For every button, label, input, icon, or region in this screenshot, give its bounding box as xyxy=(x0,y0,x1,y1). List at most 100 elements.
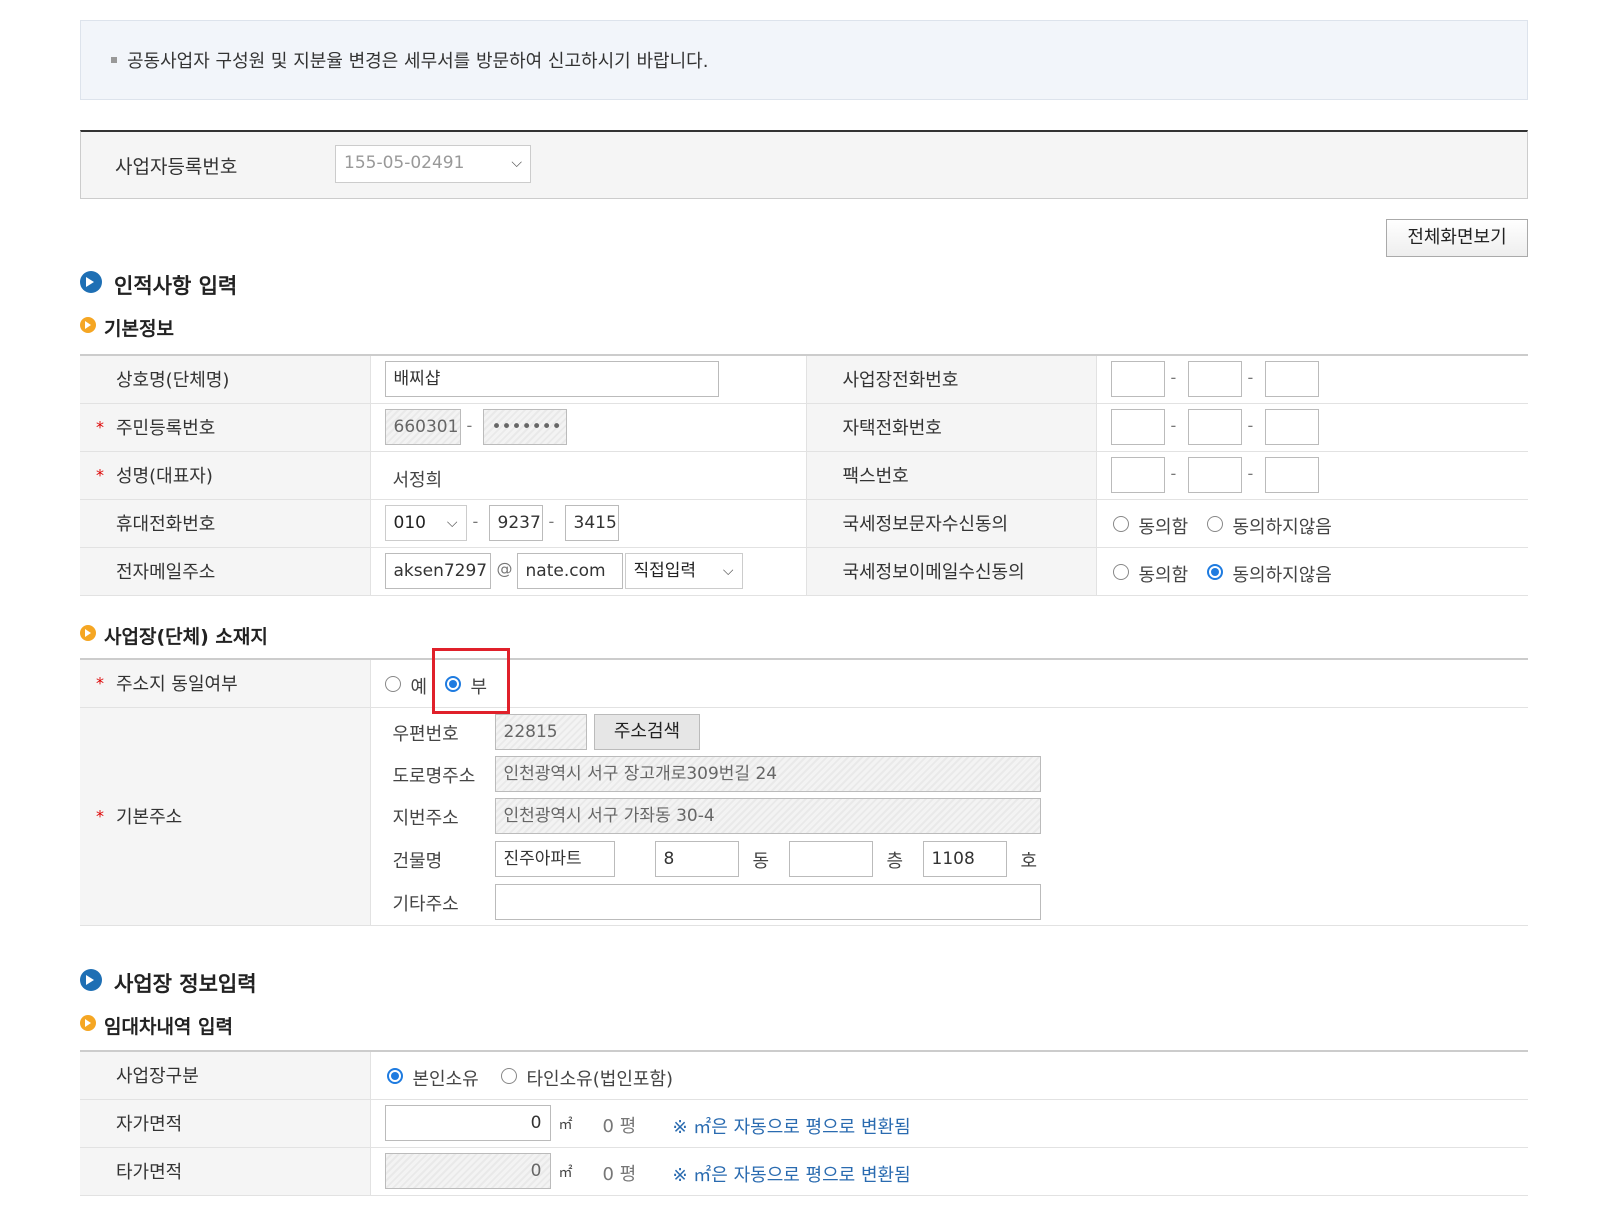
email-domain-select[interactable]: 직접입력 ⌵ xyxy=(624,552,743,589)
home-phone-1-input[interactable] xyxy=(1110,408,1165,445)
mobile-prefix-select[interactable]: 010 ⌵ xyxy=(384,504,467,541)
arrow-circle-icon xyxy=(80,271,102,293)
notice-box: 공동사업자 구성원 및 지분율 변경은 세무서를 방문하여 신고하시기 바랍니다… xyxy=(80,20,1528,100)
arrow-circle-icon xyxy=(80,625,96,641)
registration-select[interactable]: 155-05-02491 ⌵ xyxy=(335,145,531,183)
fax-3-input[interactable] xyxy=(1264,456,1319,493)
sms-consent-header: 국세정보문자수신동의 xyxy=(805,499,1096,548)
chevron-down-icon: ⌵ xyxy=(511,155,522,171)
same-address-yes-radio[interactable] xyxy=(384,676,401,692)
arrow-circle-icon xyxy=(80,1015,96,1031)
section-title-business: 사업장 정보입력 xyxy=(80,968,257,998)
ho-unit: 호 xyxy=(1020,850,1038,872)
own-area-input[interactable]: 0 xyxy=(384,1104,551,1141)
business-table: 사업장구분 본인소유 타인소유(법인포함) 자가면적 0 ㎡ 0 평 ※ ㎡은 … xyxy=(80,1050,1528,1196)
section-title-personal: 인적사항 입력 xyxy=(80,270,238,300)
resident-no-header: * 주민등록번호 xyxy=(80,403,370,452)
basic-address-header: * 기본주소 xyxy=(80,707,370,926)
road-address-input[interactable]: 인천광역시 서구 장고개로309번길 24 xyxy=(494,755,1041,792)
etc-address-label: 기타주소 xyxy=(392,893,459,915)
other-area-input[interactable]: 0 xyxy=(384,1152,551,1189)
email-agree-label: 동의함 xyxy=(1138,564,1189,586)
required-icon: * xyxy=(96,673,104,693)
other-area-header: 타가면적 xyxy=(80,1147,370,1196)
fullscreen-button[interactable]: 전체화면보기 xyxy=(1386,219,1528,257)
zip-label: 우편번호 xyxy=(392,723,459,745)
mobile-header: 휴대전화번호 xyxy=(80,499,370,548)
lot-address-input[interactable]: 인천광역시 서구 가좌동 30-4 xyxy=(494,797,1041,834)
building-input[interactable]: 진주아파트 xyxy=(494,840,615,877)
subtitle-lease: 임대차내역 입력 xyxy=(80,1012,233,1039)
fax-1-input[interactable] xyxy=(1110,456,1165,493)
mobile-last-input[interactable]: 3415 xyxy=(564,504,619,541)
personal-info-table: 상호명(단체명) 배찌샵 사업장전화번호 - - * 주민등록번호 660301 … xyxy=(80,354,1528,596)
other-property-radio[interactable] xyxy=(500,1068,517,1084)
name-header: * 성명(대표자) xyxy=(80,451,370,500)
zip-input[interactable]: 22815 xyxy=(494,713,587,750)
home-phone-3-input[interactable] xyxy=(1264,408,1319,445)
same-address-yes-label: 예 xyxy=(410,677,428,698)
required-icon: * xyxy=(96,417,104,437)
email-agree-radio[interactable] xyxy=(1112,563,1129,580)
same-address-header: * 주소지 동일여부 xyxy=(80,659,370,708)
biz-phone-header: 사업장전화번호 xyxy=(805,355,1096,404)
section-title-text: 인적사항 입력 xyxy=(114,274,238,298)
required-icon: * xyxy=(96,465,104,485)
email-id-input[interactable]: aksen7297 xyxy=(384,552,491,589)
own-property-label: 본인소유 xyxy=(412,1069,479,1090)
email-header: 전자메일주소 xyxy=(80,547,370,596)
highlight-box xyxy=(432,648,510,714)
biz-phone-2-input[interactable] xyxy=(1187,361,1242,397)
name-value: 서정희 xyxy=(392,469,443,491)
resident-no-back-input[interactable]: ••••••• xyxy=(482,408,567,445)
bullet-icon xyxy=(111,57,117,63)
convert-note: ※ ㎡은 자동으로 평으로 변환됨 xyxy=(672,1164,911,1186)
floor-unit: 층 xyxy=(886,850,904,872)
pyeong-value: 0 평 xyxy=(602,1115,637,1137)
mobile-mid-input[interactable]: 9237 xyxy=(488,504,543,541)
email-disagree-radio[interactable] xyxy=(1206,563,1223,580)
email-consent-header: 국세정보이메일수신동의 xyxy=(805,547,1096,596)
road-address-label: 도로명주소 xyxy=(392,765,476,787)
ho-input[interactable]: 1108 xyxy=(922,840,1007,877)
location-table: * 주소지 동일여부 예 부 * 기본주소 우편번호 22815 도로명주소 인천광… xyxy=(80,658,1528,926)
subtitle-text: 사업장(단체) 소재지 xyxy=(104,626,268,648)
business-type-header: 사업장구분 xyxy=(80,1051,370,1100)
sms-disagree-label: 동의하지않음 xyxy=(1232,516,1332,538)
fax-2-input[interactable] xyxy=(1187,456,1242,493)
floor-input[interactable] xyxy=(788,840,873,877)
convert-note: ※ ㎡은 자동으로 평으로 변환됨 xyxy=(672,1116,911,1138)
sms-agree-radio[interactable] xyxy=(1112,515,1129,532)
company-name-header: 상호명(단체명) xyxy=(80,355,370,404)
subtitle-location: 사업장(단체) 소재지 xyxy=(80,622,268,649)
fax-header: 팩스번호 xyxy=(805,451,1096,500)
lot-address-label: 지번주소 xyxy=(392,807,459,829)
subtitle-basic-info: 기본정보 xyxy=(80,314,174,341)
building-label: 건물명 xyxy=(392,850,443,872)
required-icon: * xyxy=(96,806,104,826)
home-phone-2-input[interactable] xyxy=(1187,408,1242,445)
sms-disagree-radio[interactable] xyxy=(1206,515,1223,532)
section-title-text: 사업장 정보입력 xyxy=(114,972,257,996)
sqm-unit: ㎡ xyxy=(558,1164,573,1181)
biz-phone-3-input[interactable] xyxy=(1264,361,1319,397)
email-disagree-label: 동의하지않음 xyxy=(1232,564,1332,586)
chevron-down-icon: ⌵ xyxy=(722,562,734,579)
etc-address-input[interactable] xyxy=(494,883,1041,920)
email-domain-input[interactable]: nate.com xyxy=(516,552,623,589)
company-name-input[interactable]: 배찌샵 xyxy=(384,361,719,397)
registration-box: 사업자등록번호 155-05-02491 ⌵ xyxy=(80,130,1528,199)
home-phone-header: 자택전화번호 xyxy=(805,403,1096,452)
registration-label: 사업자등록번호 xyxy=(115,156,238,178)
dong-unit: 동 xyxy=(752,850,770,872)
dong-input[interactable]: 8 xyxy=(654,840,739,877)
own-property-radio[interactable] xyxy=(386,1068,403,1084)
chevron-down-icon: ⌵ xyxy=(446,514,458,531)
arrow-circle-icon xyxy=(80,969,102,991)
address-search-button[interactable]: 주소검색 xyxy=(594,714,700,750)
at-sign: @ xyxy=(496,558,513,578)
notice-text: 공동사업자 구성원 및 지분율 변경은 세무서를 방문하여 신고하시기 바랍니다… xyxy=(127,51,709,72)
resident-no-front-input[interactable]: 660301 xyxy=(384,408,461,445)
registration-value: 155-05-02491 xyxy=(344,153,465,173)
biz-phone-1-input[interactable] xyxy=(1110,361,1165,397)
